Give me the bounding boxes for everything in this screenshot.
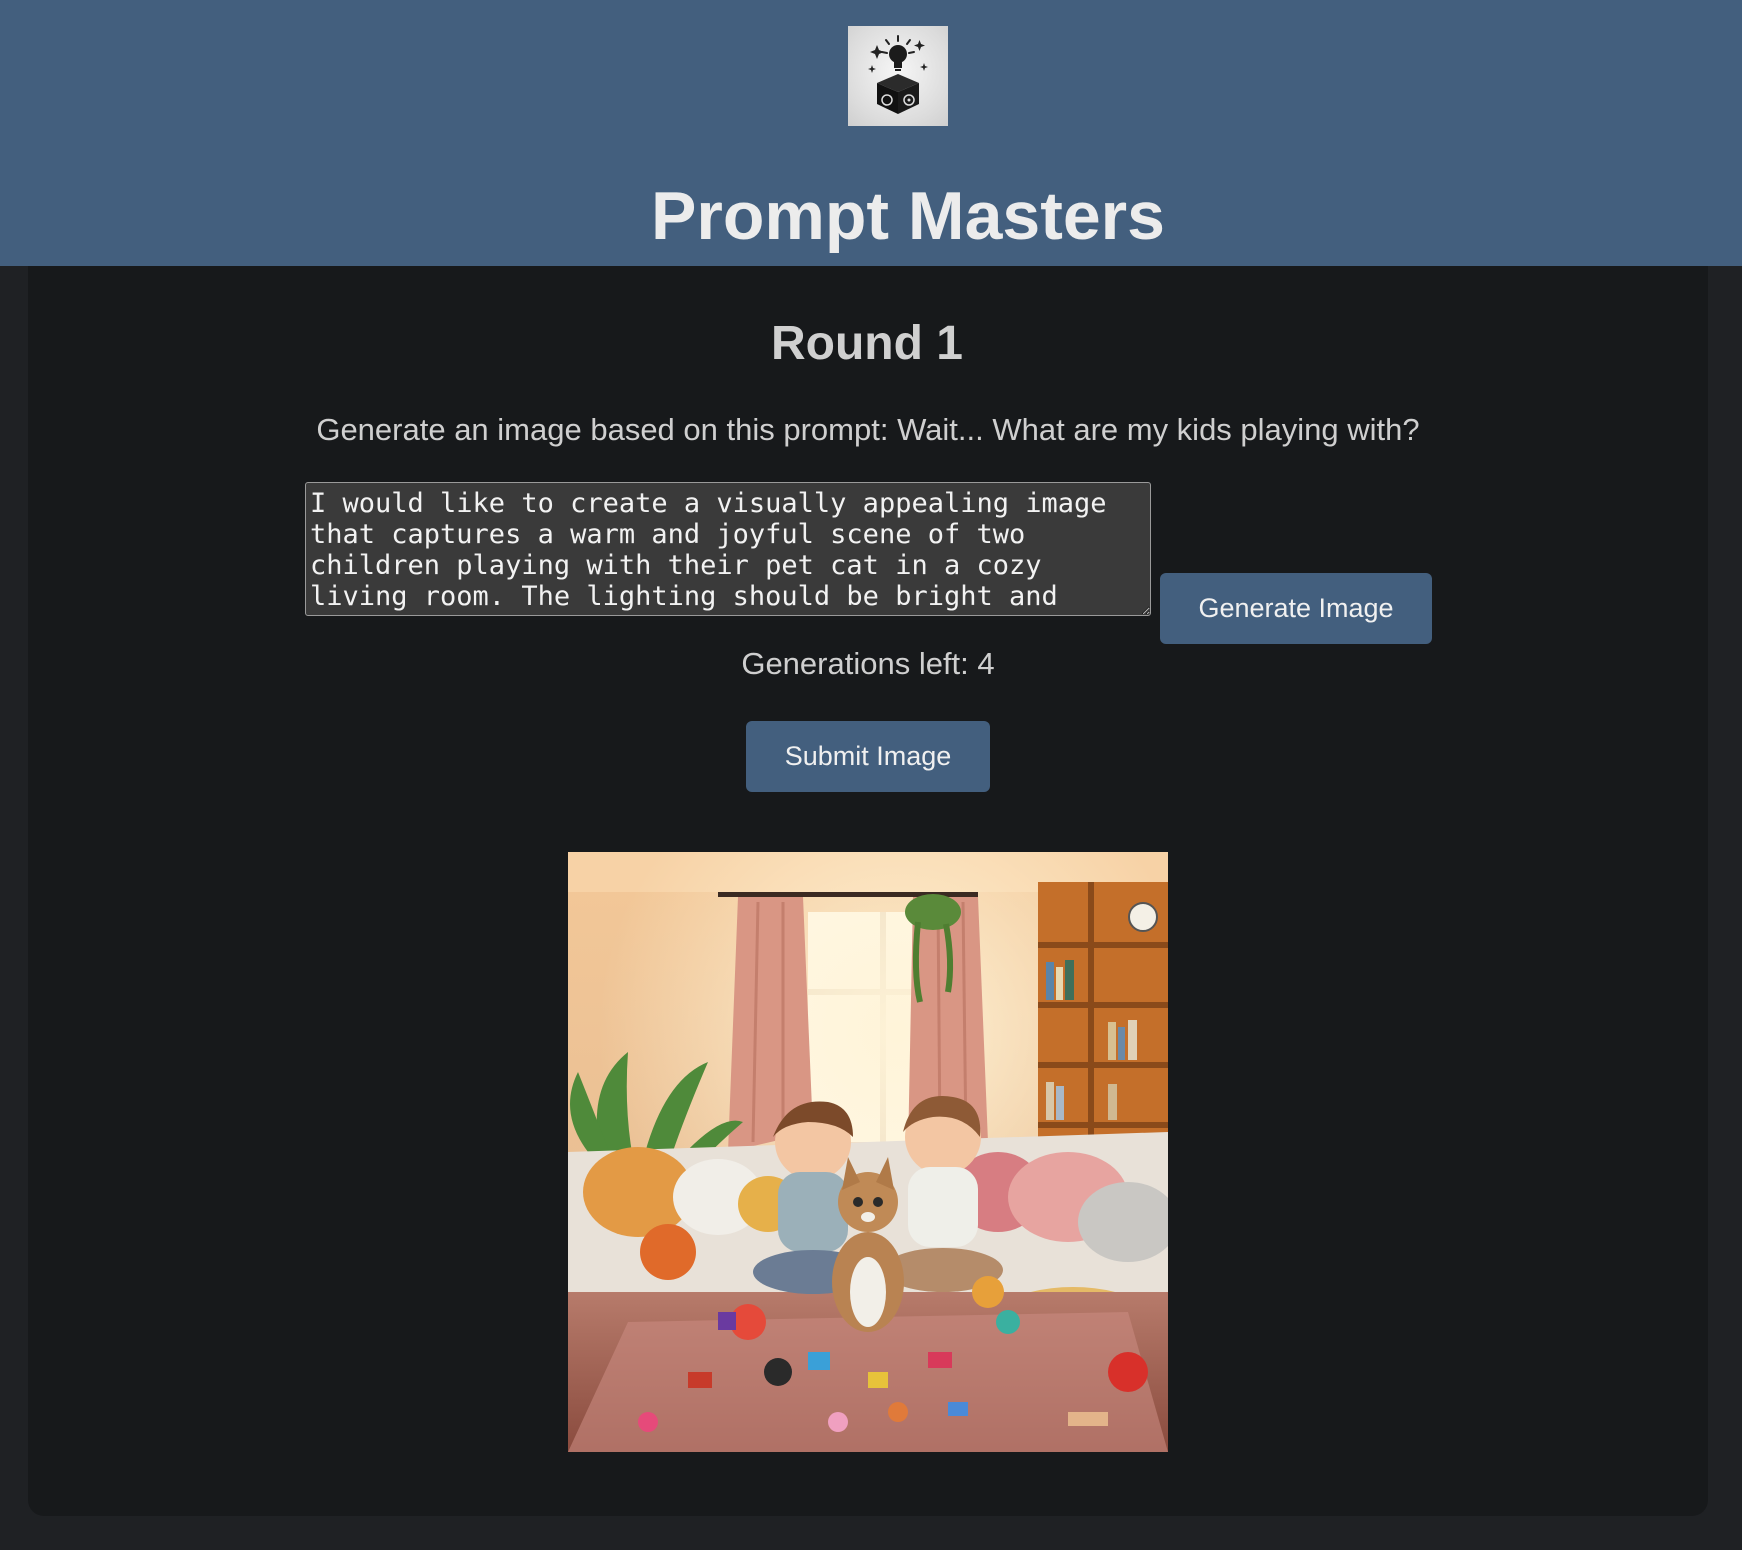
prompt-input[interactable]: I would like to create a visually appeal… <box>305 482 1151 616</box>
submit-image-button[interactable]: Submit Image <box>746 721 990 792</box>
lightbulb-dice-icon <box>868 35 928 114</box>
generated-image <box>568 852 1168 1452</box>
app-title: Prompt Masters <box>651 178 1165 254</box>
generations-left: Generations left: 4 <box>741 646 995 681</box>
app-header: Prompt Masters <box>0 0 1742 266</box>
round-title: Round 1 <box>771 317 963 370</box>
logo-icon <box>848 26 948 126</box>
round-prompt: Generate an image based on this prompt: … <box>316 412 1420 447</box>
generate-image-button[interactable]: Generate Image <box>1160 573 1432 644</box>
